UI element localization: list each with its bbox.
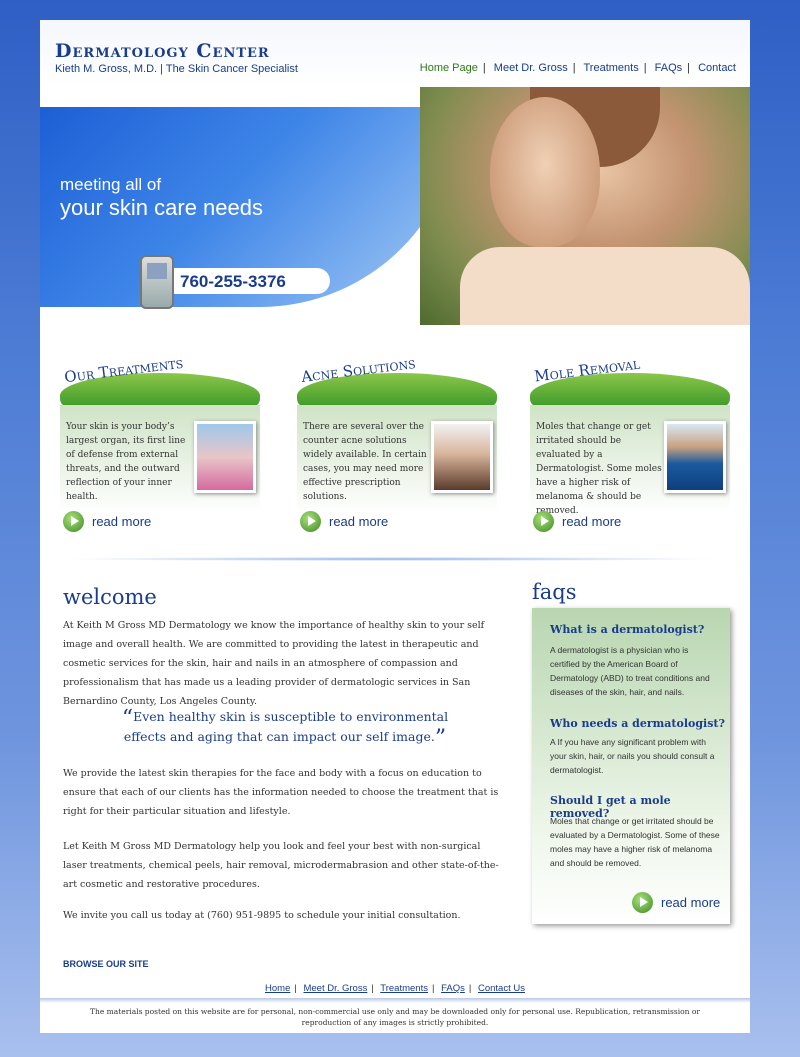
faq-answer: Moles that change or get irritated shoul… <box>550 816 720 868</box>
play-arrow-icon <box>533 511 554 532</box>
close-quote-icon: ” <box>434 726 447 751</box>
nav-treatments[interactable]: Treatments <box>583 62 638 74</box>
hero-photo <box>420 87 750 325</box>
read-more-label: read more <box>329 514 389 529</box>
cell-phone-icon <box>140 255 174 309</box>
welcome-paragraph-2: We provide the latest skin therapies for… <box>63 768 499 817</box>
faqs-heading: faqs <box>532 580 577 604</box>
panel-header: Acne Solutions <box>297 353 497 407</box>
panel-photo <box>664 421 726 493</box>
read-more-label: read more <box>661 895 721 910</box>
play-arrow-icon <box>63 511 84 532</box>
pull-quote: “Even healthy skin is susceptible to env… <box>115 706 455 751</box>
hero-banner: meeting all of your skin care needs 760-… <box>40 87 750 325</box>
nav-contact[interactable]: Contact <box>698 62 736 74</box>
faq-question[interactable]: Who needs a dermatologist? <box>550 717 725 730</box>
panel-mole: Mole Removal Moles that change or get ir… <box>530 353 730 516</box>
footer-nav-meet-dr-gross[interactable]: Meet Dr. Gross <box>303 983 367 994</box>
page: Dermatology Center Kieth M. Gross, M.D. … <box>40 20 750 1033</box>
footer-nav-faqs[interactable]: FAQs <box>441 983 465 994</box>
phone-number[interactable]: 760-255-3376 <box>180 272 286 292</box>
read-more-treatments[interactable]: read more <box>63 511 151 532</box>
panel-body: Moles that change or get irritated shoul… <box>530 405 730 516</box>
nav-meet-dr-gross[interactable]: Meet Dr. Gross <box>494 62 568 74</box>
panel-text: Moles that change or get irritated shoul… <box>536 422 662 516</box>
footer-nav-contact-us[interactable]: Contact Us <box>478 983 525 994</box>
faqs-box: What is a dermatologist? A dermatologist… <box>532 608 730 924</box>
nav-faqs[interactable]: FAQs <box>655 62 683 74</box>
panel-text: Your skin is your body’s largest organ, … <box>66 422 186 502</box>
footer-nav-treatments[interactable]: Treatments <box>380 983 428 994</box>
welcome-paragraph-4: We invite you call us today at (760) 951… <box>63 910 461 921</box>
open-quote-icon: “ <box>121 706 134 731</box>
read-more-label: read more <box>562 514 622 529</box>
browse-our-site-heading: BROWSE OUR SITE <box>63 959 149 969</box>
hero-tagline-line1: meeting all of <box>60 175 162 194</box>
site-header: Dermatology Center Kieth M. Gross, M.D. … <box>40 20 750 87</box>
read-more-acne[interactable]: read more <box>300 511 388 532</box>
hero-arm <box>460 247 750 325</box>
faq-answer: A If you have any significant problem wi… <box>550 737 715 775</box>
legal-notice: The materials posted on this website are… <box>90 1007 700 1027</box>
faq-answer: A dermatologist is a physician who is ce… <box>550 645 710 697</box>
site-title[interactable]: Dermatology Center <box>55 40 270 62</box>
hero-face <box>490 97 600 247</box>
nav-home[interactable]: Home Page <box>420 62 478 74</box>
footer-nav: Home | Meet Dr. Gross | Treatments | FAQs | … <box>265 983 525 994</box>
site-subtitle: Kieth M. Gross, M.D. | The Skin Cancer S… <box>55 63 298 75</box>
panel-acne: Acne Solutions There are several over th… <box>297 353 497 513</box>
faq-question[interactable]: What is a dermatologist? <box>550 623 704 636</box>
play-arrow-icon <box>632 892 653 913</box>
panel-photo <box>194 421 256 493</box>
read-more-label: read more <box>92 514 152 529</box>
panel-header: Our Treatments <box>60 353 260 407</box>
read-more-faqs[interactable]: read more <box>632 892 720 913</box>
panel-text: There are several over the counter acne … <box>303 422 427 502</box>
top-nav: Home Page | Meet Dr. Gross | Treatments | F… <box>419 62 736 74</box>
panel-body: There are several over the counter acne … <box>297 405 497 513</box>
panel-body: Your skin is your body’s largest organ, … <box>60 405 260 513</box>
panel-header: Mole Removal <box>530 353 730 407</box>
play-arrow-icon <box>300 511 321 532</box>
hero-tagline-line2: your skin care needs <box>60 195 263 220</box>
pull-quote-text: Even healthy skin is susceptible to envi… <box>123 709 449 744</box>
panel-treatments: Our Treatments Your skin is your body’s … <box>60 353 260 513</box>
read-more-mole[interactable]: read more <box>533 511 621 532</box>
welcome-paragraph-3: Let Keith M Gross MD Dermatology help yo… <box>63 841 499 890</box>
footer-divider <box>40 998 750 1003</box>
panel-photo <box>431 421 493 493</box>
section-divider <box>60 557 720 561</box>
welcome-paragraph-1: At Keith M Gross MD Dermatology we know … <box>63 620 485 707</box>
welcome-heading: welcome <box>63 585 157 609</box>
footer-nav-home[interactable]: Home <box>265 983 290 994</box>
